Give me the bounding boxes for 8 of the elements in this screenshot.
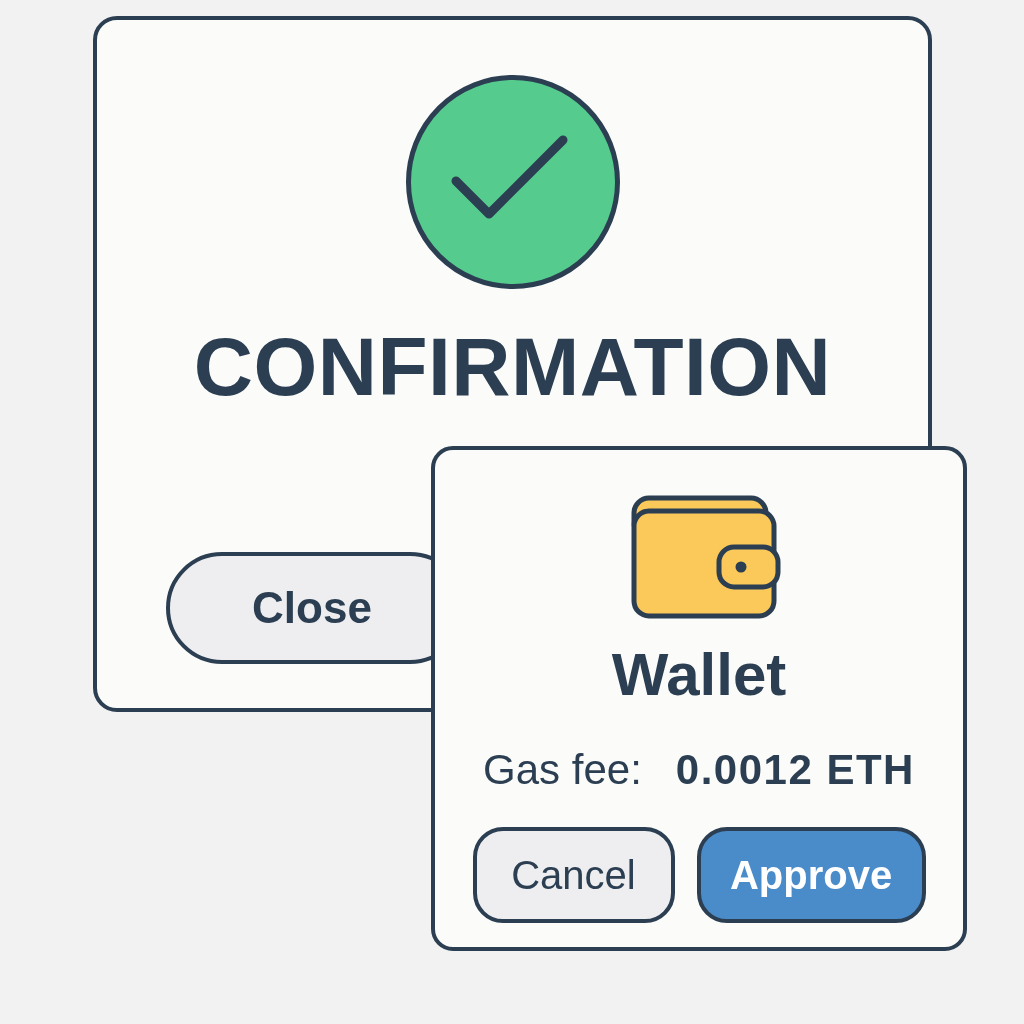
approve-button[interactable]: Approve — [696, 827, 926, 923]
dialog-title: CONFIRMATION — [193, 326, 832, 408]
wallet-title: Wallet — [611, 645, 787, 705]
success-check-icon — [404, 74, 621, 290]
wallet-icon — [631, 495, 781, 619]
gas-fee-value: 0.0012 ETH — [675, 749, 915, 791]
gas-fee-label: Gas fee: — [483, 749, 642, 791]
cancel-button[interactable]: Cancel — [472, 827, 675, 923]
